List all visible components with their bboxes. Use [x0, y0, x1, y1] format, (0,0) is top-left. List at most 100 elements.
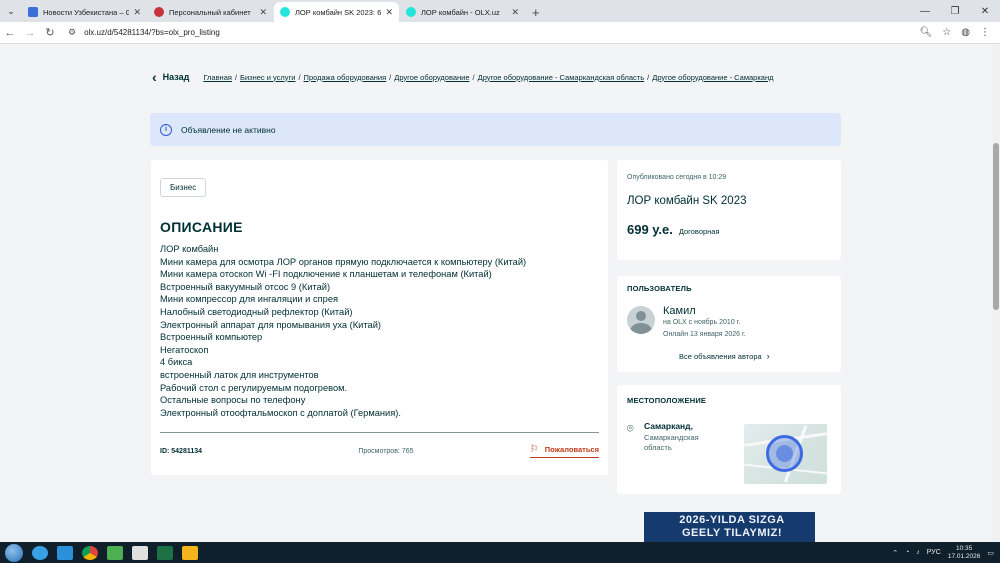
description-line: Электронный отоофтальмоскоп с доплатой (…	[160, 407, 401, 418]
clock-time: 10:35	[955, 544, 973, 552]
bookmark-star-icon[interactable]: ☆	[942, 27, 951, 38]
breadcrumb-item[interactable]: Продажа оборудования	[304, 73, 387, 82]
spreadsheet-app-icon[interactable]	[107, 545, 123, 560]
browser-tab[interactable]: Новости Узбекистана – Gazeta ✕	[22, 2, 147, 22]
url-text[interactable]: olx.uz/d/54281134/?bs=olx_pro_listing	[84, 28, 220, 37]
back-icon[interactable]: ←	[0, 27, 20, 39]
browser-tab[interactable]: Персональный кабинет ✕	[148, 2, 273, 22]
breadcrumb: ‹ Назад Главная / Бизнес и услуги / Продаж…	[152, 69, 774, 85]
start-button[interactable]	[5, 543, 23, 562]
views-count: Просмотров: 765	[358, 447, 414, 455]
tab-favicon	[280, 7, 290, 17]
tab-favicon	[406, 7, 416, 17]
scrollbar-thumb[interactable]	[993, 143, 999, 310]
description-line: Мини компрессор для ингаляции и спрея	[160, 294, 339, 305]
breadcrumb-item[interactable]: Бизнес и услуги	[240, 73, 295, 82]
window-controls: — ❐ ✕	[910, 0, 1000, 22]
browser-tab-active[interactable]: ЛОР комбайн SK 2023: 699 у.е. ✕	[274, 2, 399, 22]
excel-icon[interactable]	[157, 545, 173, 560]
language-indicator[interactable]: РУС	[927, 549, 941, 556]
description-line: Рабочий стол с регулируемым подогревом.	[160, 382, 348, 393]
map-area-marker	[766, 435, 803, 472]
description-line: Встроенный вакуумный отсос 9 (Китай)	[160, 281, 331, 292]
minimize-icon[interactable]: —	[910, 6, 940, 17]
chrome-icon[interactable]	[82, 545, 98, 560]
user-online: Онлайн 13 января 2026 г.	[663, 331, 746, 338]
price: 699 у.е. Договорная	[627, 222, 720, 237]
chevron-up-icon[interactable]: ⌃	[892, 549, 898, 557]
breadcrumb-item[interactable]: Другое оборудование	[394, 73, 469, 82]
region: Самаркандская область	[644, 433, 699, 452]
volume-icon[interactable]: ♪	[916, 549, 920, 556]
chevron-left-icon: ‹	[152, 69, 157, 85]
description-text: ЛОР комбайн Мини камера для осмотра ЛОР …	[160, 243, 600, 419]
description-line: ЛОР комбайн	[160, 244, 219, 254]
tab-title: Персональный кабинет	[169, 7, 251, 17]
network-icon[interactable]: ◔	[905, 549, 909, 556]
user-section-title: ПОЛЬЗОВАТЕЛЬ	[627, 284, 692, 293]
breadcrumb-item[interactable]: Другое оборудование - Самарканд	[652, 73, 773, 82]
avatar[interactable]	[627, 306, 655, 334]
user-card: ПОЛЬЗОВАТЕЛЬ Камил на OLX с ноябрь 2010 …	[617, 276, 841, 372]
city: Самарканд,	[644, 421, 693, 431]
banner-line: 2026-YILDA SIZGA	[679, 514, 785, 526]
system-tray: ⌃ ◔ ♪ РУС 10:35 17.01.2026 ▭	[892, 542, 994, 563]
tab-search-icon[interactable]: ⌄	[0, 0, 22, 22]
browser-tab[interactable]: ЛОР комбайн - OLX.uz ✕	[400, 2, 525, 22]
all-ads-label: Все объявления автора	[679, 351, 762, 361]
tab-title: ЛОР комбайн - OLX.uz	[421, 7, 500, 17]
page-viewport: ‹ Назад Главная / Бизнес и услуги / Продаж…	[0, 45, 992, 542]
tab-close-icon[interactable]: ✕	[385, 7, 393, 18]
info-icon: i	[160, 123, 172, 136]
tab-close-icon[interactable]: ✕	[133, 7, 141, 18]
breadcrumb-item[interactable]: Другое оборудование - Самаркандская обла…	[478, 73, 645, 82]
description-line: Негатоскоп	[160, 344, 209, 355]
note-app-icon[interactable]	[182, 545, 198, 560]
address-bar-actions: 🔍︎ ☆ ◍ ⋮	[920, 27, 990, 38]
report-button[interactable]: ⚐ Пожаловаться	[529, 444, 599, 458]
back-link[interactable]: ‹ Назад	[152, 69, 189, 85]
folder-icon[interactable]	[132, 545, 148, 560]
reload-icon[interactable]: ↻	[40, 26, 60, 39]
description-line: Мини камера отоскоп Wi -FI подключение к…	[160, 269, 492, 280]
zoom-icon[interactable]: 🔍︎	[920, 27, 933, 38]
menu-icon[interactable]: ⋮	[980, 27, 990, 38]
app-icon[interactable]	[32, 545, 48, 560]
all-ads-link[interactable]: Все объявления автора ›	[679, 351, 770, 361]
taskbar: ⌃ ◔ ♪ РУС 10:35 17.01.2026 ▭	[0, 542, 1000, 563]
price-card: Опубликовано сегодня в 10:29 ЛОР комбайн…	[617, 160, 841, 260]
business-tag: Бизнес	[160, 178, 207, 197]
tab-close-icon[interactable]: ✕	[511, 7, 519, 18]
negotiable-label: Договорная	[678, 227, 720, 236]
location-map[interactable]	[744, 424, 827, 484]
report-label: Пожаловаться	[544, 445, 599, 454]
price-amount: 699 у.е.	[627, 222, 673, 237]
forward-icon[interactable]: →	[20, 27, 40, 39]
user-name[interactable]: Камил	[663, 305, 696, 317]
chevron-right-icon: ›	[766, 351, 770, 361]
description-line: Электронный аппарат для промывания уха (…	[160, 319, 381, 330]
listing-id: ID: 54281134	[160, 447, 203, 455]
page-scrollbar[interactable]	[992, 45, 1000, 542]
location-pin-icon: ⌾	[627, 423, 634, 435]
clock[interactable]: 10:35 17.01.2026	[948, 545, 981, 561]
tab-close-icon[interactable]: ✕	[259, 7, 267, 18]
maximize-icon[interactable]: ❐	[940, 6, 970, 17]
new-tab-icon[interactable]: +	[532, 5, 540, 20]
url-field[interactable]: ⚙ olx.uz/d/54281134/?bs=olx_pro_listing	[68, 27, 920, 38]
back-label: Назад	[162, 72, 190, 82]
internet-explorer-icon[interactable]	[57, 545, 73, 560]
notification-icon[interactable]: ▭	[987, 549, 994, 557]
close-window-icon[interactable]: ✕	[970, 6, 1000, 17]
breadcrumb-item[interactable]: Главная	[203, 73, 232, 82]
description-card: Бизнес ОПИСАНИЕ ЛОР комбайн Мини камера …	[151, 160, 608, 475]
banner-line: GEELY TILAYMIZ!	[681, 527, 782, 539]
description-title: ОПИСАНИЕ	[160, 219, 243, 235]
browser-tab-bar: ⌄ Новости Узбекистана – Gazeta ✕ Персона…	[0, 0, 1000, 22]
extensions-icon[interactable]: ◍	[961, 27, 970, 38]
address-bar: ← → ↻ ⚙ olx.uz/d/54281134/?bs=olx_pro_li…	[0, 22, 1000, 44]
location-section-title: МЕСТОПОЛОЖЕНИЕ	[627, 396, 707, 405]
user-since: на OLX с ноябрь 2010 г.	[663, 319, 741, 326]
ad-banner[interactable]: 2026-YILDA SIZGA GEELY TILAYMIZ!	[644, 512, 815, 542]
site-settings-icon[interactable]: ⚙	[68, 27, 76, 38]
